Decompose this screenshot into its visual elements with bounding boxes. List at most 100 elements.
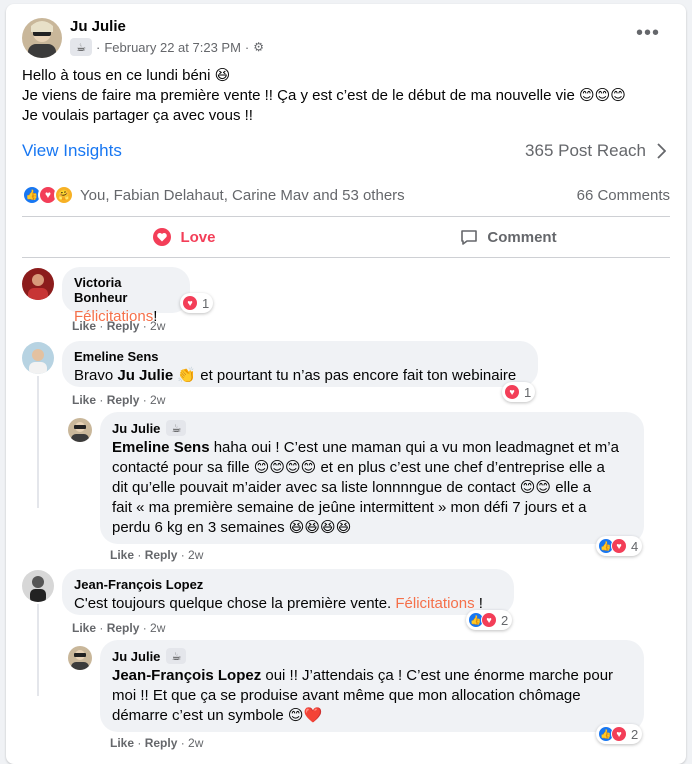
commenter-avatar[interactable] — [22, 268, 54, 300]
care-reaction-icon: 🤗 — [54, 185, 74, 205]
comment-bubble: Victoria Bonheur Félicitations! — [62, 267, 190, 325]
reaction-count: 2 — [501, 612, 509, 628]
like-link[interactable]: Like — [72, 319, 96, 333]
reply-link[interactable]: Reply — [145, 548, 178, 562]
chevron-right-icon — [657, 143, 666, 159]
comment-text-before: Bravo — [74, 367, 118, 384]
reply-link[interactable]: Reply — [145, 736, 178, 750]
post-reach-label: 365 Post Reach — [525, 141, 646, 160]
like-link[interactable]: Like — [110, 548, 134, 562]
replier-name-row: Ju Julie ☕ — [112, 420, 632, 436]
like-link[interactable]: Like — [72, 621, 96, 635]
commenter-avatar[interactable] — [22, 570, 54, 602]
reply-reactions[interactable]: 👍 ♥ 4 — [596, 536, 643, 556]
commenter-avatar[interactable] — [22, 342, 54, 374]
comment-actions: Like · Reply · 2w — [72, 319, 166, 333]
reply-link[interactable]: Reply — [107, 621, 140, 635]
comment-text: C'est toujours quelque chose la première… — [74, 594, 502, 614]
comment-bubble: Emeline Sens Bravo Ju Julie 👏 et pourtan… — [62, 341, 538, 387]
reply-line: dit qu’elle pouvait m’aider avec sa list… — [112, 479, 592, 496]
reactions-text: You, Fabian Delahaut, Carine Mav and 53 … — [80, 186, 405, 204]
thread-line — [37, 376, 39, 508]
love-label: Love — [180, 228, 216, 246]
mention-link[interactable]: Jean-François Lopez — [112, 667, 261, 684]
love-reaction-icon: ♥ — [182, 295, 198, 311]
comment-bubble: Jean-François Lopez C'est toujours quelq… — [62, 569, 514, 615]
post-card: Ju Julie ☕ · February 22 at 7:23 PM · ⚙ … — [6, 4, 686, 764]
post-reach-link[interactable]: 365 Post Reach — [525, 141, 666, 161]
post-meta: ☕ · February 22 at 7:23 PM · ⚙ — [70, 38, 264, 56]
audience-icon[interactable]: ⚙ — [253, 40, 264, 54]
author-name[interactable]: Ju Julie — [70, 18, 126, 35]
replier-avatar[interactable] — [68, 646, 92, 670]
coffee-cup-icon: ☕ — [166, 648, 187, 664]
reply-bubble: Ju Julie ☕ Jean-François Lopez oui !! J’a… — [100, 640, 644, 732]
mention-link[interactable]: Emeline Sens — [112, 439, 210, 456]
reply-actions: Like · Reply · 2w — [110, 548, 204, 562]
view-insights-link[interactable]: View Insights — [22, 141, 122, 161]
post-text-line: Hello à tous en ce lundi béni 😆 — [22, 67, 231, 84]
replier-name[interactable]: Ju Julie — [112, 421, 160, 436]
comment-text: Bravo Ju Julie 👏 et pourtant tu n’as pas… — [74, 366, 526, 386]
commenter-name[interactable]: Emeline Sens — [74, 349, 526, 364]
love-reaction-icon: ♥ — [611, 538, 627, 554]
love-reaction-icon: ♥ — [611, 726, 627, 742]
post-timestamp[interactable]: February 22 at 7:23 PM — [104, 40, 241, 55]
comment-time[interactable]: 2w — [150, 319, 165, 333]
action-bar: Love Comment — [22, 216, 670, 258]
audience-separator: · — [244, 39, 250, 55]
comment-button[interactable]: Comment — [346, 217, 670, 257]
reactions-summary[interactable]: 👍 ♥ 🤗 You, Fabian Delahaut, Carine Mav a… — [22, 185, 405, 205]
comment-reactions[interactable]: ♥ 1 — [180, 293, 214, 313]
like-link[interactable]: Like — [110, 736, 134, 750]
comments-count-link[interactable]: 66 Comments — [577, 187, 670, 204]
post-text: Hello à tous en ce lundi béni 😆 Je viens… — [22, 66, 626, 126]
reply-actions: Like · Reply · 2w — [110, 736, 204, 750]
reply-line: perdu 6 kg en 3 semaines 😆😆😆😆 — [112, 519, 352, 536]
commenter-name[interactable]: Jean-François Lopez — [74, 577, 502, 592]
comment-time[interactable]: 2w — [150, 621, 165, 635]
heart-icon — [153, 228, 172, 246]
reply-text: Jean-François Lopez oui !! J’attendais ç… — [112, 666, 632, 726]
comment-actions: Like · Reply · 2w — [72, 393, 166, 407]
reply-line: fait « ma première semaine de jeûne inte… — [112, 499, 587, 516]
comment-icon — [461, 230, 478, 245]
reply-link[interactable]: Reply — [107, 319, 140, 333]
reply-link[interactable]: Reply — [107, 393, 140, 407]
love-reaction-icon: ♥ — [481, 612, 497, 628]
coffee-cup-icon: ☕ — [70, 38, 92, 56]
reaction-count: 4 — [631, 538, 639, 554]
love-reaction-icon: ♥ — [504, 384, 520, 400]
post-text-line: Je viens de faire ma première vente !! Ç… — [22, 87, 626, 104]
reply-line: haha oui ! C’est une maman qui a vu mon … — [209, 439, 619, 456]
comment-text-after: 👏 et pourtant tu n’as pas encore fait to… — [173, 367, 517, 384]
replier-name[interactable]: Ju Julie — [112, 649, 160, 664]
replier-name-row: Ju Julie ☕ — [112, 648, 632, 664]
reply-line: démarre c’est un symbole 😊❤️ — [112, 707, 323, 724]
reply-line: moi !! Et que ça se produise avant même … — [112, 687, 581, 704]
comment-text-before: C'est toujours quelque chose la première… — [74, 595, 396, 612]
reaction-count: 1 — [524, 384, 532, 400]
reply-text: Emeline Sens haha oui ! C’est une maman … — [112, 438, 632, 538]
comment-time[interactable]: 2w — [150, 393, 165, 407]
reply-line: oui !! J’attendais ça ! C’est une énorme… — [261, 667, 614, 684]
thread-line — [37, 604, 39, 696]
replier-avatar[interactable] — [68, 418, 92, 442]
love-button[interactable]: Love — [22, 217, 346, 257]
mention-link[interactable]: Ju Julie — [117, 367, 173, 384]
comment-reactions[interactable]: 👍 ♥ 2 — [466, 610, 513, 630]
audience-separator: · — [96, 39, 101, 55]
author-avatar[interactable] — [22, 18, 62, 58]
felicitations-highlight: Félicitations — [395, 595, 475, 612]
coffee-cup-icon: ☕ — [166, 420, 187, 436]
reply-time[interactable]: 2w — [188, 736, 203, 750]
reaction-count: 1 — [202, 295, 210, 311]
reply-line: contacté pour sa fille 😊😊😊😊 et en plus c… — [112, 459, 605, 476]
comment-reactions[interactable]: ♥ 1 — [502, 382, 536, 402]
more-options-icon[interactable]: ••• — [636, 22, 660, 45]
like-link[interactable]: Like — [72, 393, 96, 407]
reply-time[interactable]: 2w — [188, 548, 203, 562]
comment-label: Comment — [487, 228, 557, 246]
reply-reactions[interactable]: 👍 ♥ 2 — [596, 724, 643, 744]
commenter-name[interactable]: Victoria Bonheur — [74, 275, 178, 305]
